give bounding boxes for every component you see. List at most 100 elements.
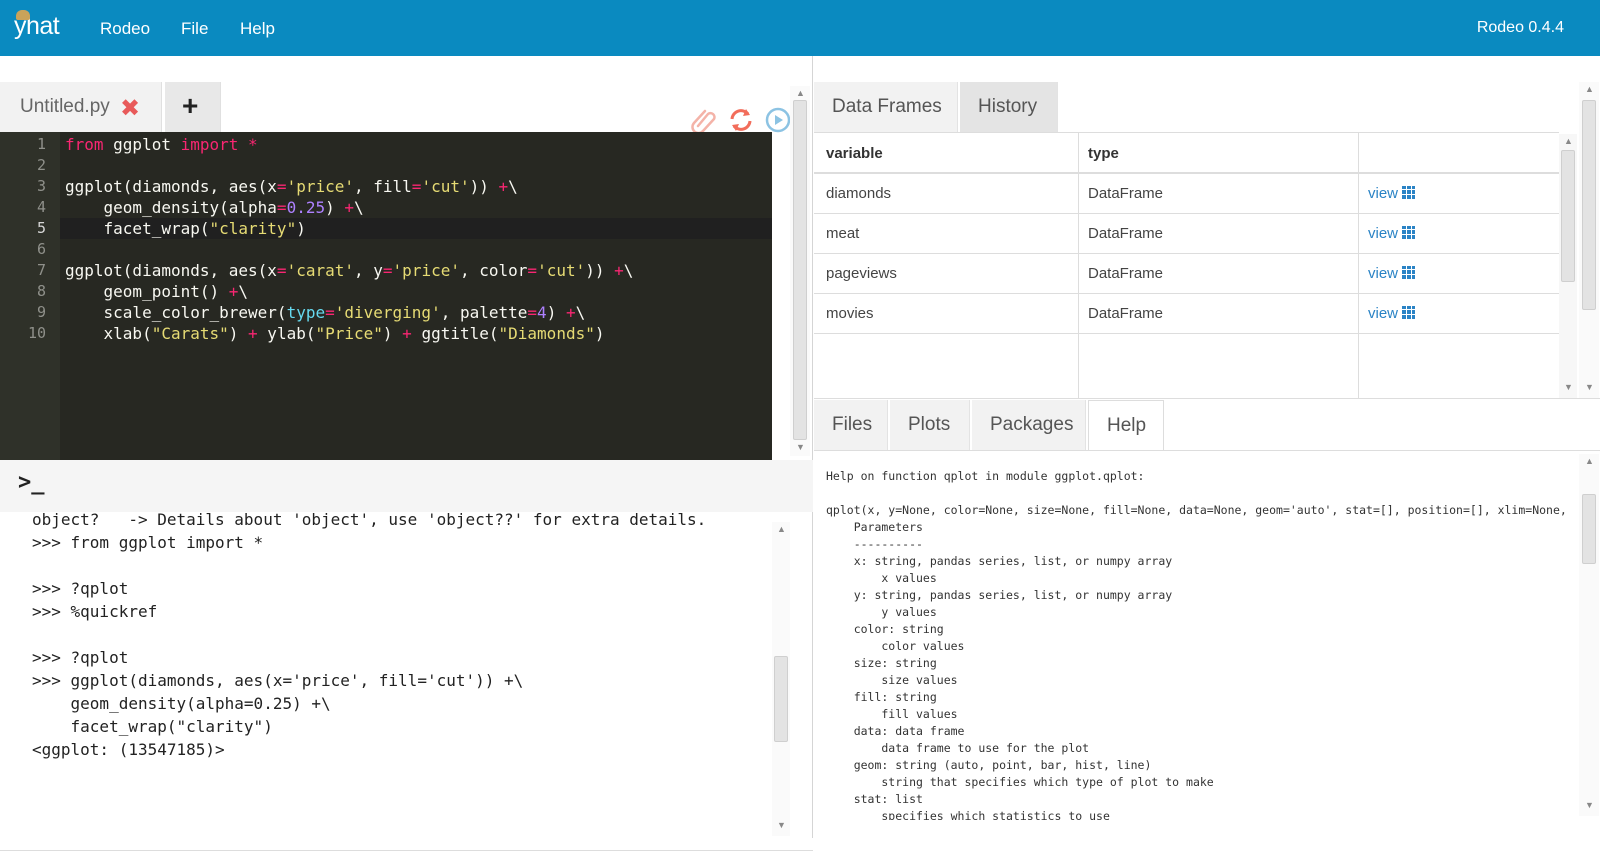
editor-tab-bar: Untitled.py ✖ + [0, 82, 813, 134]
paperclip-icon[interactable] [690, 106, 718, 134]
col-type: type [1088, 145, 1119, 162]
left-pane: Untitled.py ✖ + 1 2 3 4 5 6 7 8 9 10 fro… [0, 56, 813, 851]
table-row: pageviews DataFrame view [814, 254, 1559, 294]
help-line: qplot(x, y=None, color=None, size=None, … [826, 503, 1566, 517]
line-number: 5 [36, 219, 46, 237]
code-line: scale_color_brewer(type='diverging', pal… [65, 303, 586, 322]
help-line: data frame to use for the plot [826, 741, 1090, 755]
menu-help[interactable]: Help [240, 19, 275, 39]
line-number: 4 [36, 198, 46, 216]
console-scrollbar[interactable]: ▲ ▼ [772, 522, 790, 836]
help-line: Parameters [826, 520, 923, 534]
code-line: geom_density(alpha=0.25) +\ [65, 198, 364, 217]
console-line: facet_wrap("clarity") [32, 717, 273, 736]
code-line: from ggplot import * [65, 135, 258, 154]
line-number: 7 [36, 261, 46, 279]
line-number: 3 [36, 177, 46, 195]
help-line: Help on function qplot in module ggplot.… [826, 470, 1145, 483]
grid-icon [1402, 186, 1416, 199]
help-line: color values [826, 639, 965, 653]
code-line: geom_point() +\ [65, 282, 249, 301]
scroll-thumb[interactable] [774, 656, 788, 742]
tab-plots[interactable]: Plots [890, 400, 970, 450]
grid-icon [1402, 226, 1416, 239]
console-line: >>> ?qplot [32, 579, 129, 598]
view-link[interactable]: view [1368, 265, 1416, 282]
outer-scrollbar[interactable]: ▲ ▼ [1579, 82, 1599, 398]
tab-data-frames[interactable]: Data Frames [814, 82, 958, 132]
terminal-icon: >_ [18, 470, 45, 495]
line-number: 2 [36, 156, 46, 174]
code-editor[interactable]: 1 2 3 4 5 6 7 8 9 10 from ggplot import … [0, 132, 772, 460]
editor-scrollbar[interactable]: ▲ ▼ [790, 86, 810, 456]
help-line: color: string [826, 622, 944, 636]
line-number: 6 [36, 240, 46, 258]
col-variable: variable [826, 145, 883, 162]
code-line: ggplot(diamonds, aes(x='price', fill='cu… [65, 177, 518, 196]
yhat-logo[interactable]: yhat [14, 10, 60, 41]
help-scrollbar[interactable]: ▲ ▼ [1579, 454, 1599, 816]
help-line: specifies which statistics to use [826, 809, 1110, 820]
help-line: stat: list [826, 792, 923, 806]
help-line: size: string [826, 656, 937, 670]
plus-icon: + [182, 90, 199, 121]
console-header: >_ [0, 460, 813, 512]
hat-icon [16, 10, 30, 20]
help-line: size values [826, 673, 958, 687]
divider [814, 398, 1600, 399]
tab-history[interactable]: History [960, 82, 1058, 132]
line-number: 8 [36, 282, 46, 300]
console-line: geom_density(alpha=0.25) +\ [32, 694, 331, 713]
help-line: data: data frame [826, 724, 965, 738]
refresh-icon[interactable] [727, 106, 755, 134]
help-content: Help on function qplot in module ggplot.… [826, 470, 1566, 820]
tab-label: Untitled.py [20, 96, 110, 117]
close-icon[interactable]: ✖ [120, 94, 140, 123]
help-line: ---------- [826, 537, 923, 551]
code-line: xlab("Carats") + ylab("Price") + ggtitle… [65, 324, 605, 343]
help-line: x: string, pandas series, list, or numpy… [826, 554, 1173, 568]
help-line: string that specifies which type of plot… [826, 775, 1214, 789]
tab-help[interactable]: Help [1088, 400, 1164, 450]
console-line: object? -> Details about 'object', use '… [32, 512, 707, 529]
help-line: y: string, pandas series, list, or numpy… [826, 588, 1173, 602]
grid-icon [1402, 306, 1416, 319]
tab-packages[interactable]: Packages [972, 400, 1086, 450]
right-pane: Data Frames History variable type diamon… [814, 56, 1600, 838]
table-row: diamonds DataFrame view [814, 174, 1559, 214]
table-row: movies DataFrame view [814, 294, 1559, 334]
scroll-thumb[interactable] [793, 100, 807, 440]
code-line: ggplot(diamonds, aes(x='carat', y='price… [65, 261, 634, 280]
help-line: geom: string (auto, point, bar, hist, li… [826, 758, 1152, 772]
console-output[interactable]: object? -> Details about 'object', use '… [0, 512, 780, 838]
view-link[interactable]: view [1368, 225, 1416, 242]
console-line: <ggplot: (13547185)> [32, 740, 225, 759]
menu-rodeo[interactable]: Rodeo [100, 19, 150, 39]
scroll-thumb[interactable] [1561, 150, 1575, 282]
help-line: fill: string [826, 690, 937, 704]
table-scrollbar[interactable]: ▲ ▼ [1559, 134, 1577, 398]
tab-files[interactable]: Files [814, 400, 888, 450]
help-line: x values [826, 571, 937, 585]
code-line: facet_wrap("clarity") [65, 219, 306, 238]
view-link[interactable]: view [1368, 305, 1416, 322]
line-number: 9 [36, 303, 46, 321]
top-bar: yhat Rodeo File Help Rodeo 0.4.4 [0, 0, 1600, 56]
console-line: >>> ggplot(diamonds, aes(x='price', fill… [32, 671, 524, 690]
menu-file[interactable]: File [181, 19, 208, 39]
help-line: y values [826, 605, 937, 619]
line-number: 1 [36, 135, 46, 153]
scroll-thumb[interactable] [1582, 100, 1596, 310]
grid-icon [1402, 266, 1416, 279]
scroll-thumb[interactable] [1582, 494, 1596, 564]
dataframe-table-header: variable type [814, 132, 1559, 174]
console-line: >>> from ggplot import * [32, 533, 264, 552]
console-line: >>> %quickref [32, 602, 158, 621]
tab-untitled[interactable]: Untitled.py ✖ [0, 82, 162, 132]
add-tab-button[interactable]: + [165, 82, 221, 132]
view-link[interactable]: view [1368, 185, 1416, 202]
run-icon[interactable] [764, 106, 792, 134]
app-version: Rodeo 0.4.4 [1476, 19, 1564, 36]
help-line: fill values [826, 707, 958, 721]
line-gutter: 1 2 3 4 5 6 7 8 9 10 [0, 132, 60, 460]
